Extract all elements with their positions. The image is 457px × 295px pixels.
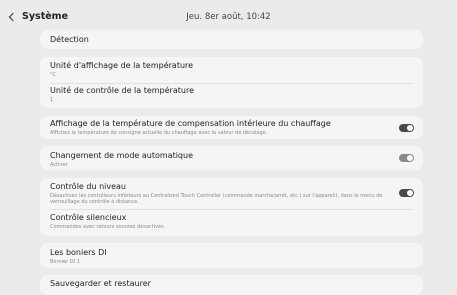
heating-compensation-item: Affichage de la température de compensat… <box>40 116 423 139</box>
silent-control-title: Contrôle silencieux <box>50 213 127 222</box>
divider <box>50 83 413 84</box>
auto-mode-change-toggle[interactable] <box>399 154 414 162</box>
auto-mode-change-item: Changement de mode automatique Activer <box>40 146 423 170</box>
backup-restore-title: Sauvegarder et restaurer <box>50 279 151 288</box>
top-bar: Système Jeu. 8er août, 10:42 <box>0 0 457 34</box>
temp-control-unit-item[interactable]: Unité de contrôle de la température 1 <box>50 86 413 103</box>
level-control-item: Contrôle du niveau Désactivez les contrô… <box>50 182 387 205</box>
divider <box>50 209 413 210</box>
toggle-knob <box>407 190 413 196</box>
silent-control-item[interactable]: Contrôle silencieux Commandes avec retou… <box>50 213 413 230</box>
temp-display-unit-value: °C <box>50 72 56 78</box>
toggle-knob <box>407 125 413 131</box>
di-terminals-item[interactable]: Les boniers DI Bornier DI 1 <box>40 243 423 268</box>
di-terminals-title: Les boniers DI <box>50 248 107 257</box>
level-control-title: Contrôle du niveau <box>50 182 126 191</box>
toggle-knob <box>407 155 413 161</box>
di-terminals-value: Bornier DI 1 <box>50 259 80 265</box>
temp-control-unit-value: 1 <box>50 97 54 103</box>
auto-mode-change-status: Activer <box>50 162 68 168</box>
temp-control-unit-title: Unité de contrôle de la température <box>50 86 194 95</box>
level-control-toggle[interactable] <box>399 189 414 197</box>
temp-display-unit-title: Unité d'affichage de la température <box>50 61 194 70</box>
silent-control-description: Commandes avec retours sonores désactivé… <box>50 224 166 230</box>
control-group: Contrôle du niveau Désactivez les contrô… <box>40 178 423 236</box>
level-control-description: Désactivez les contrôleurs inférieurs au… <box>50 193 383 205</box>
datetime-display: Jeu. 8er août, 10:42 <box>186 12 271 22</box>
heating-compensation-title: Affichage de la température de compensat… <box>50 119 331 128</box>
auto-mode-change-title: Changement de mode automatique <box>50 151 193 160</box>
heating-compensation-toggle[interactable] <box>399 124 414 132</box>
heating-compensation-description: Affichez la température de consigne actu… <box>50 130 268 136</box>
backup-restore-item[interactable]: Sauvegarder et restaurer <box>40 275 423 295</box>
temp-display-unit-item[interactable]: Unité d'affichage de la température °C <box>50 61 413 78</box>
detection-title: Détection <box>50 35 89 44</box>
detection-item[interactable]: Détection <box>40 30 423 49</box>
temperature-units-group: Unité d'affichage de la température °C U… <box>40 57 423 108</box>
